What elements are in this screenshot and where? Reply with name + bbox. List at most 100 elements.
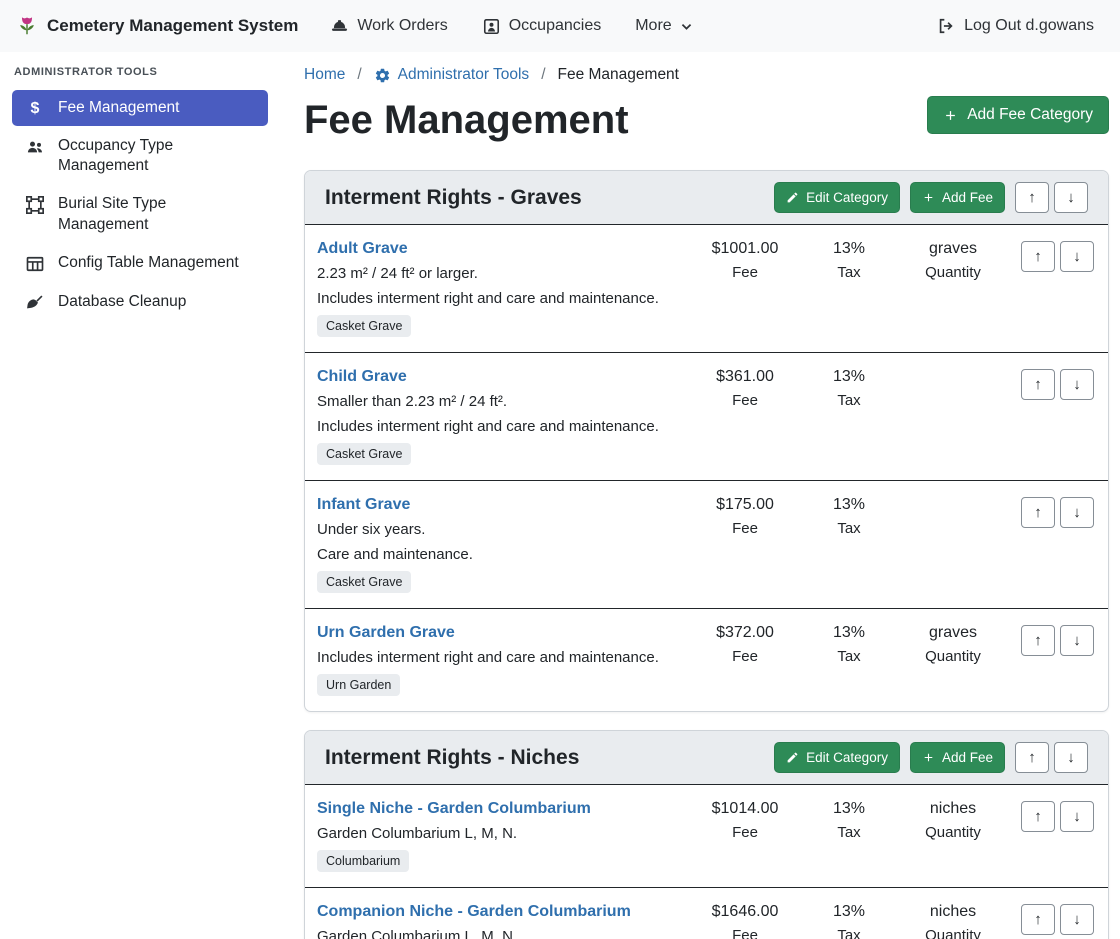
sidebar-item-occupancy-type-management[interactable]: Occupancy Type Management [12, 128, 268, 184]
nav-work-orders-label: Work Orders [357, 17, 447, 35]
add-fee-button[interactable]: Add Fee [910, 182, 1005, 213]
category-body: Adult Grave 2.23 m² / 24 ft² or larger. … [305, 225, 1108, 711]
people-icon [24, 137, 46, 157]
edit-category-label: Edit Category [806, 190, 888, 205]
move-category-down-button[interactable]: ↓ [1054, 742, 1088, 773]
fee-name-link[interactable]: Child Grave [317, 368, 407, 386]
fee-tax-label: Tax [797, 927, 901, 939]
fee-quantity-label: Quantity [901, 824, 1005, 841]
fee-quantity-col: graves Quantity [901, 624, 1005, 665]
fee-tax-col: 13% Tax [797, 368, 901, 409]
hard-hat-icon [330, 17, 349, 36]
fee-amount: $175.00 [693, 496, 797, 514]
fee-type-badge: Casket Grave [317, 315, 411, 337]
fee-name-link[interactable]: Infant Grave [317, 496, 410, 514]
brand-title: Cemetery Management System [47, 16, 298, 36]
move-fee-up-button[interactable]: ↑ [1021, 625, 1055, 656]
add-fee-category-button[interactable]: Add Fee Category [927, 96, 1109, 134]
plus-icon [943, 108, 958, 123]
fee-reorder-controls: ↑ ↓ [1021, 241, 1094, 272]
fee-tax-col: 13% Tax [797, 240, 901, 281]
fee-description-line1: Garden Columbarium L, M, N. [317, 825, 683, 842]
nav-more[interactable]: More [625, 11, 702, 41]
pencil-icon [786, 751, 799, 764]
fee-quantity: niches [901, 903, 1005, 921]
move-fee-down-button[interactable]: ↓ [1060, 241, 1094, 272]
move-fee-up-button[interactable]: ↑ [1021, 904, 1055, 935]
fee-description-line1: 2.23 m² / 24 ft² or larger. [317, 265, 683, 282]
fee-description-line1: Under six years. [317, 521, 683, 538]
move-fee-up-button[interactable]: ↑ [1021, 241, 1055, 272]
logout-icon [936, 16, 956, 36]
fee-amount: $361.00 [693, 368, 797, 386]
add-fee-label: Add Fee [942, 750, 993, 765]
fee-tax-col: 13% Tax [797, 496, 901, 537]
fee-name-link[interactable]: Companion Niche - Garden Columbarium [317, 903, 631, 921]
move-fee-up-button[interactable]: ↑ [1021, 497, 1055, 528]
fee-details: Urn Garden Grave Includes interment righ… [317, 624, 693, 696]
fee-reorder-controls: ↑ ↓ [1021, 904, 1094, 935]
move-fee-up-button[interactable]: ↑ [1021, 801, 1055, 832]
move-category-down-button[interactable]: ↓ [1054, 182, 1088, 213]
fee-quantity-label: Quantity [901, 648, 1005, 665]
edit-category-button[interactable]: Edit Category [774, 182, 900, 213]
fee-quantity-label: Quantity [901, 264, 1005, 281]
add-fee-label: Add Fee [942, 190, 993, 205]
breadcrumb-admin-tools-link[interactable]: Administrator Tools [374, 66, 530, 84]
nav-more-label: More [635, 17, 671, 35]
fee-amount-label: Fee [693, 520, 797, 537]
fee-amount: $1646.00 [693, 903, 797, 921]
sidebar-item-config-table-management[interactable]: Config Table Management [12, 245, 268, 282]
fee-amount-label: Fee [693, 824, 797, 841]
fee-description-line2: Care and maintenance. [317, 546, 683, 563]
fee-amount-label: Fee [693, 264, 797, 281]
breadcrumb-home-link[interactable]: Home [304, 66, 345, 84]
fee-tax-col: 13% Tax [797, 800, 901, 841]
sidebar-item-database-cleanup[interactable]: Database Cleanup [12, 284, 268, 321]
fee-details: Single Niche - Garden Columbarium Garden… [317, 800, 693, 872]
top-navbar: Cemetery Management System Work Orders O… [0, 0, 1120, 52]
move-fee-up-button[interactable]: ↑ [1021, 369, 1055, 400]
fee-tax: 13% [797, 624, 901, 642]
fee-tax-col: 13% Tax [797, 903, 901, 939]
fee-details: Child Grave Smaller than 2.23 m² / 24 ft… [317, 368, 693, 465]
move-category-up-button[interactable]: ↑ [1015, 182, 1049, 213]
brand[interactable]: Cemetery Management System [16, 15, 298, 37]
fee-tax: 13% [797, 800, 901, 818]
move-fee-down-button[interactable]: ↓ [1060, 801, 1094, 832]
tulip-logo-icon [16, 15, 38, 37]
nav-occupancies-label: Occupancies [509, 17, 602, 35]
move-fee-down-button[interactable]: ↓ [1060, 904, 1094, 935]
nav-occupancies[interactable]: Occupancies [472, 11, 612, 42]
edit-category-button[interactable]: Edit Category [774, 742, 900, 773]
fee-reorder-controls: ↑ ↓ [1021, 369, 1094, 400]
fee-name-link[interactable]: Adult Grave [317, 240, 408, 258]
sidebar-item-burial-site-type-management[interactable]: Burial Site Type Management [12, 186, 268, 242]
sidebar-item-fee-management[interactable]: $ Fee Management [12, 90, 268, 126]
pencil-icon [786, 191, 799, 204]
category-body: Single Niche - Garden Columbarium Garden… [305, 785, 1108, 939]
category-title: Interment Rights - Graves [325, 186, 764, 210]
occupancy-frame-icon [482, 17, 501, 36]
edit-category-label: Edit Category [806, 750, 888, 765]
fee-details: Adult Grave 2.23 m² / 24 ft² or larger. … [317, 240, 693, 337]
fee-row: Urn Garden Grave Includes interment righ… [305, 608, 1108, 711]
categories-container: Interment Rights - Graves Edit Category … [304, 170, 1109, 939]
move-fee-down-button[interactable]: ↓ [1060, 497, 1094, 528]
fee-name-link[interactable]: Urn Garden Grave [317, 624, 455, 642]
move-category-up-button[interactable]: ↑ [1015, 742, 1049, 773]
add-fee-button[interactable]: Add Fee [910, 742, 1005, 773]
broom-icon [24, 293, 46, 313]
move-fee-down-button[interactable]: ↓ [1060, 625, 1094, 656]
fee-row: Child Grave Smaller than 2.23 m² / 24 ft… [305, 352, 1108, 480]
breadcrumb-current: Fee Management [558, 66, 680, 84]
breadcrumb-admin-tools-label: Administrator Tools [398, 66, 530, 84]
fee-quantity: niches [901, 800, 1005, 818]
breadcrumb-separator: / [541, 66, 545, 84]
fee-name-link[interactable]: Single Niche - Garden Columbarium [317, 800, 591, 818]
fee-amount-col: $372.00 Fee [693, 624, 797, 665]
nav-work-orders[interactable]: Work Orders [320, 11, 457, 42]
move-fee-down-button[interactable]: ↓ [1060, 369, 1094, 400]
fee-amount-col: $1646.00 Fee [693, 903, 797, 939]
logout-link[interactable]: Log Out d.gowans [926, 10, 1104, 42]
